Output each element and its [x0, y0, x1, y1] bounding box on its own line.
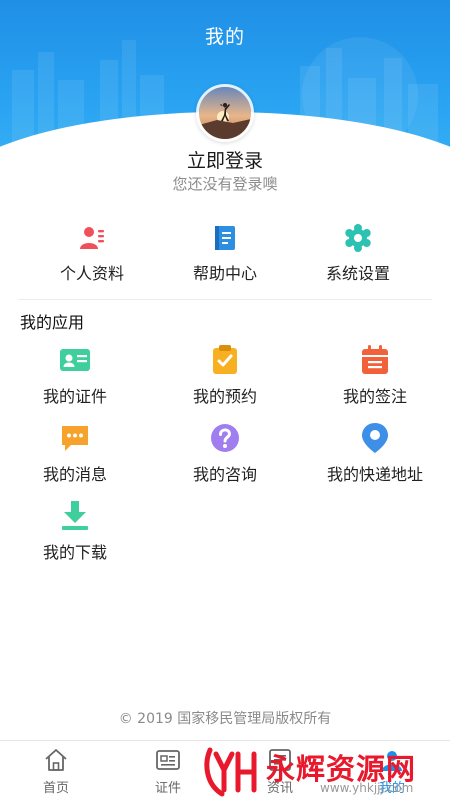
watermark: 永辉资源网 www.yhkjjj.com [200, 744, 445, 798]
id-card-icon [60, 349, 90, 371]
clipboard-check-icon [213, 345, 237, 374]
quick-link-settings-label: 系统设置 [325, 264, 390, 283]
question-icon [211, 424, 239, 452]
app-my-endorsements-label: 我的签注 [342, 387, 407, 406]
app-my-inquiries-label: 我的咨询 [192, 465, 257, 484]
quick-link-settings[interactable]: 系统设置 [298, 224, 418, 284]
profile-card-icon [80, 227, 104, 249]
document-icon [156, 750, 180, 770]
app-my-downloads[interactable]: 我的下载 [0, 500, 150, 563]
quick-link-profile-label: 个人资料 [59, 264, 124, 283]
tab-home[interactable]: 首页 [0, 747, 112, 796]
calendar-icon [362, 345, 388, 374]
app-my-documents[interactable]: 我的证件 [0, 344, 150, 407]
quick-link-help[interactable]: 帮助中心 [165, 224, 285, 284]
app-my-messages-label: 我的消息 [42, 465, 107, 484]
login-button[interactable]: 立即登录 [0, 146, 450, 173]
location-pin-icon [362, 423, 388, 453]
app-my-delivery-address[interactable]: 我的快递地址 [300, 422, 450, 485]
divider [18, 299, 432, 300]
copyright: © 2019 国家移民管理局版权所有 [118, 711, 332, 727]
login-hint: 您还没有登录噢 [172, 175, 278, 193]
app-my-delivery-address-label: 我的快递地址 [326, 465, 423, 484]
message-icon [62, 426, 88, 451]
book-icon [215, 226, 235, 250]
app-my-inquiries[interactable]: 我的咨询 [150, 422, 300, 485]
watermark-url: www.yhkjjj.com [320, 781, 414, 795]
quick-link-help-label: 帮助中心 [192, 264, 257, 283]
quick-link-profile[interactable]: 个人资料 [32, 224, 152, 284]
gear-icon [345, 224, 371, 252]
app-my-endorsements[interactable]: 我的签注 [300, 344, 450, 407]
app-my-appointments-label: 我的预约 [192, 387, 257, 406]
app-my-appointments[interactable]: 我的预约 [150, 344, 300, 407]
home-icon [45, 749, 67, 771]
section-title-apps: 我的应用 [20, 313, 85, 332]
download-icon [62, 501, 88, 530]
tab-home-label: 首页 [42, 781, 69, 796]
quick-links: 个人资料 帮助中心 系统设置 [0, 224, 450, 284]
watermark-logo-icon [204, 747, 257, 797]
app-my-messages[interactable]: 我的消息 [0, 422, 150, 485]
app-my-downloads-label: 我的下载 [42, 543, 107, 562]
page-title: 我的 [204, 26, 245, 48]
app-my-documents-label: 我的证件 [42, 387, 107, 406]
avatar[interactable] [196, 84, 254, 142]
